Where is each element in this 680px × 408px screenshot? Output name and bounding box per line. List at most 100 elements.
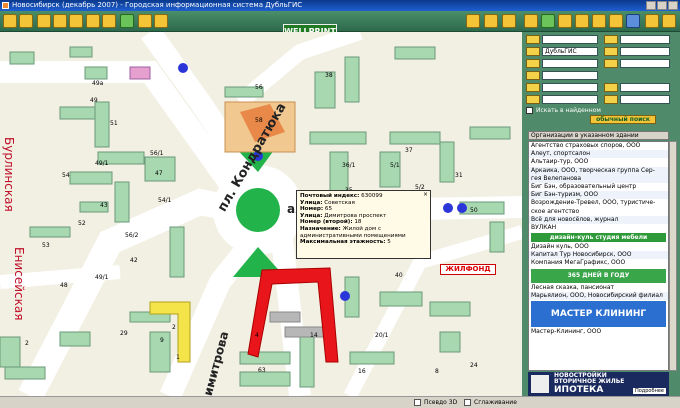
zoom-in-icon[interactable] xyxy=(3,14,17,28)
pseudo-3d-checkbox[interactable] xyxy=(414,399,421,406)
list-item[interactable]: ВУЛКАН xyxy=(529,224,668,232)
smoothing-checkbox[interactable] xyxy=(464,399,471,406)
bus-icon[interactable] xyxy=(558,14,572,28)
category-input[interactable] xyxy=(542,59,598,68)
design-kul-ad-banner[interactable]: дизайн-куль студия мебели xyxy=(531,233,666,243)
house-number: 16 xyxy=(358,368,366,375)
org-input[interactable]: ДубльГИС xyxy=(542,47,598,56)
forward-arrow-icon[interactable] xyxy=(662,14,676,28)
time-search-row xyxy=(604,95,670,104)
zhilfond-map-sign[interactable]: ЖИЛФОНД xyxy=(440,264,496,275)
house-number: 42 xyxy=(130,257,138,264)
minimize-button[interactable] xyxy=(646,1,656,10)
list-item[interactable]: Альтаир-тур, ООО xyxy=(529,158,668,166)
layers-icon[interactable] xyxy=(154,14,168,28)
tree-icon[interactable] xyxy=(541,14,555,28)
category-search-row xyxy=(526,59,598,68)
globe-icon[interactable] xyxy=(626,14,640,28)
popup-number-row: Номер: 65 xyxy=(300,206,427,213)
zoom-out-icon[interactable] xyxy=(19,14,33,28)
popup-close-icon[interactable]: × xyxy=(423,191,428,199)
popup-street-value: Советская xyxy=(324,199,355,206)
magnifier-icon[interactable] xyxy=(37,14,51,28)
web-input[interactable] xyxy=(542,83,598,92)
search-in-found-checkbox[interactable] xyxy=(526,107,533,114)
popup-street-row: Улица: Советская xyxy=(300,200,427,207)
house-number: 49 xyxy=(90,97,98,104)
list-item[interactable]: Биг Бэн, образовательный центр xyxy=(529,183,668,191)
measure-icon[interactable] xyxy=(102,14,116,28)
rubric-input[interactable] xyxy=(542,71,598,80)
print-icon[interactable] xyxy=(138,14,152,28)
home-icon[interactable] xyxy=(120,14,134,28)
real-estate-ad-banner[interactable]: НОВОСТРОЙКИ ВТОРИЧНОЕ ЖИЛЬЕ ИПОТЕКА Подр… xyxy=(528,372,669,396)
city-map[interactable]: Бурлинская Енисейская пл. Кондратюка Дим… xyxy=(0,32,522,396)
window-titlebar: Новосибирск (декабрь 2007) - Городская и… xyxy=(0,0,680,11)
edit-icon[interactable] xyxy=(466,14,480,28)
ruler-icon[interactable] xyxy=(86,14,100,28)
street-input[interactable] xyxy=(542,35,598,44)
house-search-row xyxy=(604,35,670,44)
list-item[interactable]: Возрождение-Тревел, ООО, туристиче- xyxy=(529,199,668,207)
list-item[interactable]: Марьялион, ООО, Новосибирский филиал xyxy=(529,291,668,300)
orgs-list[interactable]: Агентство страховых споров, ООО Алеут, с… xyxy=(528,141,669,371)
hotel-icon[interactable] xyxy=(609,14,623,28)
365-days-ad-banner[interactable]: 365 ДНЕЙ В ГОДУ xyxy=(531,268,666,283)
extra-input[interactable] xyxy=(620,59,670,68)
popup-number-value: 65 xyxy=(324,206,333,213)
ad-more-button[interactable]: Подробнее xyxy=(632,388,666,394)
house-number: 53 xyxy=(42,242,50,249)
window-title: Новосибирск (декабрь 2007) - Городская и… xyxy=(12,1,303,9)
street-icon xyxy=(526,35,540,44)
house-number: 37 xyxy=(405,147,413,154)
bank-icon[interactable] xyxy=(592,14,606,28)
category-icon xyxy=(526,59,540,68)
maximize-button[interactable] xyxy=(657,1,667,10)
list-item[interactable]: Агентство страховых споров, ООО xyxy=(529,142,668,150)
house-number: 5/1 xyxy=(390,162,400,169)
status-bar: Псевдо 3D Сглаживание xyxy=(0,396,680,408)
house-number: 2 xyxy=(172,324,176,331)
popup-purpose-row: Назначение: Жилой дом с административным… xyxy=(300,226,427,239)
help-icon[interactable] xyxy=(502,14,516,28)
web-search-row xyxy=(526,83,598,92)
place-input[interactable] xyxy=(542,95,598,104)
house-number: 36/1 xyxy=(342,162,356,169)
popup-postal-value: 630099 xyxy=(361,193,383,199)
time-icon xyxy=(604,95,618,104)
list-item[interactable]: ское агентство xyxy=(529,208,668,216)
house-number: 49/1 xyxy=(95,160,109,167)
list-item[interactable]: гея Велепанова xyxy=(529,174,668,183)
house-input[interactable] xyxy=(620,35,670,44)
pan-hand-icon[interactable] xyxy=(69,14,83,28)
list-item[interactable]: Лесная сказка, пансионат xyxy=(529,284,668,292)
house-number: 8 xyxy=(435,368,439,375)
house-icon xyxy=(604,35,618,44)
phone-input[interactable] xyxy=(620,47,670,56)
master-cleaning-ad-banner[interactable]: МАСТЕР КЛИНИНГ xyxy=(531,301,666,327)
popup-street-label: Улица: xyxy=(300,199,323,206)
list-item[interactable]: Биг Бэн-туризм, ООО xyxy=(529,191,668,200)
popup-number2-label: Номер (второй): xyxy=(300,219,353,226)
list-item[interactable]: Компания МегаГрафикс, ООО xyxy=(529,259,668,267)
list-item[interactable]: Дизайн куль, ООО xyxy=(529,243,668,251)
email-input[interactable] xyxy=(620,83,670,92)
list-item[interactable]: Мастер-Клининг, ООО xyxy=(529,328,668,336)
popup-number2-row: Номер (второй): 18 xyxy=(300,219,427,226)
house-number: 4 xyxy=(255,332,259,339)
time-input[interactable] xyxy=(620,95,670,104)
people-icon[interactable] xyxy=(524,14,538,28)
back-arrow-icon[interactable] xyxy=(645,14,659,28)
info-icon[interactable] xyxy=(484,14,498,28)
close-button[interactable] xyxy=(668,1,678,10)
orgs-scrollbar[interactable] xyxy=(669,141,677,371)
simple-search-button[interactable]: обычный поиск xyxy=(590,115,656,124)
list-item[interactable]: Алеут, спортсалон xyxy=(529,150,668,159)
pseudo-3d-label: Псевдо 3D xyxy=(424,399,458,406)
list-item[interactable]: Капитал Тур Новосибирск, ООО xyxy=(529,251,668,260)
zoom-fit-icon[interactable] xyxy=(53,14,67,28)
sport-icon[interactable] xyxy=(575,14,589,28)
building-info-popup: × Почтовый индекс: 630099 Улица: Советск… xyxy=(296,190,431,259)
list-item[interactable]: Всё для новосёлов, журнал xyxy=(529,215,668,224)
list-item[interactable]: Аркаика, ООО, творческая группа Сер- xyxy=(529,166,668,175)
